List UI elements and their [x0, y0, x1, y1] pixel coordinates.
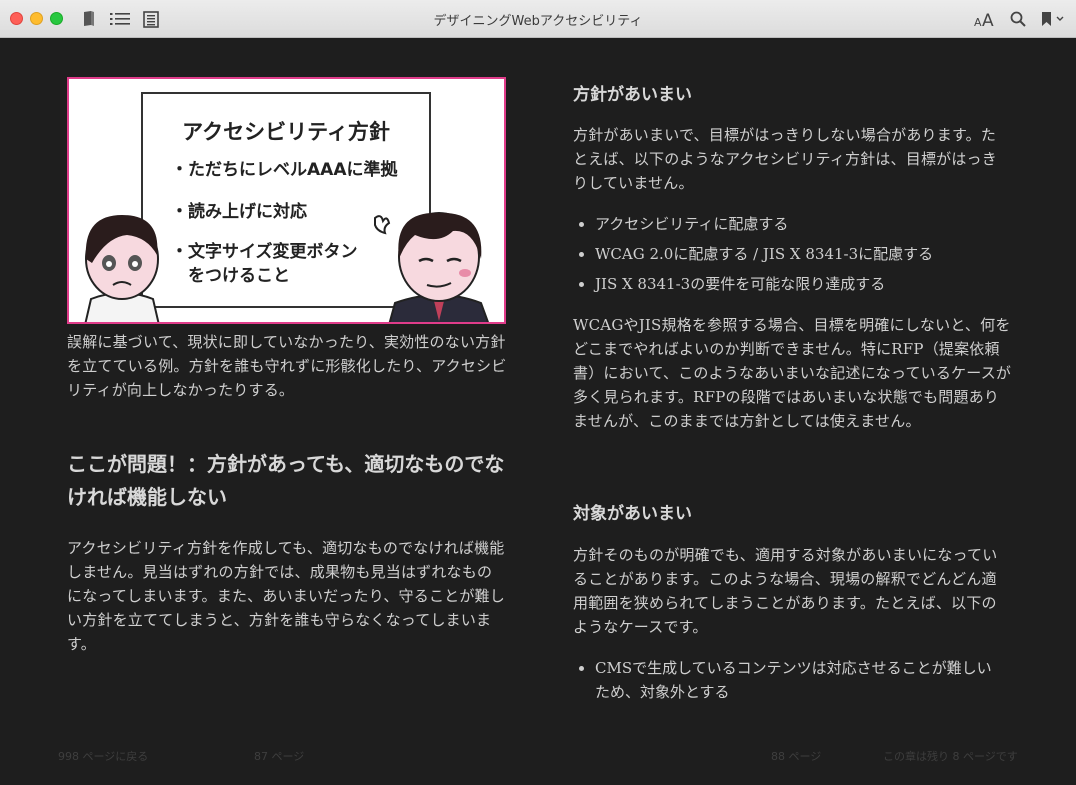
font-size-icon[interactable]: A A	[973, 9, 999, 29]
list-item: JIS X 8341-3の要件を可能な限り達成する	[573, 272, 1013, 296]
chapter-pages-remaining: この章は残り 8 ページです	[883, 750, 1018, 763]
svg-text:A: A	[974, 16, 982, 28]
left-page-number: 87 ページ	[254, 750, 305, 763]
section-heading-vague-scope: 対象があいまい	[573, 504, 692, 524]
book-content: アクセシビリティ方針 ・ただちにレベルAAAに準拠 ・読み上げに対応 ・文字サイ…	[0, 39, 1076, 785]
board-item: ・読み上げに対応	[171, 202, 307, 222]
zoom-window-button[interactable]	[50, 12, 63, 25]
bookmark-icon[interactable]	[1039, 9, 1067, 29]
board-item: ・文字サイズ変更ボタン	[171, 242, 358, 262]
bullet-list: CMSで生成しているコンテンツは対応させることが難しいため、対象外とする	[573, 656, 1001, 704]
body-paragraph: 方針があいまいで、目標がはっきりしない場合があります。たとえば、以下のようなアク…	[573, 126, 997, 192]
book-window: デザイニングWebアクセシビリティ A A アクセシビリティ方針 ・ただちにレベ…	[0, 0, 1076, 785]
svg-text:A: A	[982, 11, 994, 28]
title-bar: デザイニングWebアクセシビリティ A A	[0, 0, 1076, 38]
notes-icon[interactable]	[142, 9, 160, 29]
back-to-page-link[interactable]: 998 ページに戻る	[58, 748, 148, 764]
search-icon[interactable]	[1009, 9, 1027, 29]
figure-caption: 誤解に基づいて、現状に即していなかったり、実効性のない方針を立てている例。方針を…	[67, 333, 507, 399]
toc-icon[interactable]	[109, 9, 131, 29]
library-icon[interactable]	[80, 9, 98, 29]
minimize-window-button[interactable]	[30, 12, 43, 25]
body-paragraph: アクセシビリティ方針を作成しても、適切なものでなければ機能しません。見当はずれの…	[67, 539, 505, 653]
board-item: ・ただちにレベルAAAに準拠	[171, 160, 398, 180]
board-item: をつけること	[171, 266, 290, 286]
bullet-list: アクセシビリティに配慮する WCAG 2.0に配慮する / JIS X 8341…	[573, 212, 1013, 296]
list-item: CMSで生成しているコンテンツは対応させることが難しいため、対象外とする	[573, 656, 1001, 704]
body-paragraph: 方針そのものが明確でも、適用する対象があいまいになっていることがあります。このよ…	[573, 546, 998, 636]
body-paragraph: WCAGやJIS規格を参照する場合、目標を明確にしないと、何をどこまでやればよい…	[573, 316, 1012, 430]
list-item: WCAG 2.0に配慮する / JIS X 8341-3に配慮する	[573, 242, 1013, 266]
list-item: アクセシビリティに配慮する	[573, 212, 1013, 236]
confident-person-illustration	[374, 212, 489, 322]
right-page-number: 88 ページ	[771, 750, 822, 763]
section-heading: ここが問題！：方針があっても、適切なものでなければ機能しない	[67, 452, 505, 509]
board-title: アクセシビリティ方針	[182, 120, 390, 144]
section-heading-vague-policy: 方針があいまい	[573, 85, 692, 105]
illustration: アクセシビリティ方針 ・ただちにレベルAAAに準拠 ・読み上げに対応 ・文字サイ…	[67, 77, 506, 324]
window-title: デザイニングWebアクセシビリティ	[433, 14, 643, 29]
worried-person-illustration	[84, 215, 160, 322]
close-window-button[interactable]	[10, 12, 23, 25]
